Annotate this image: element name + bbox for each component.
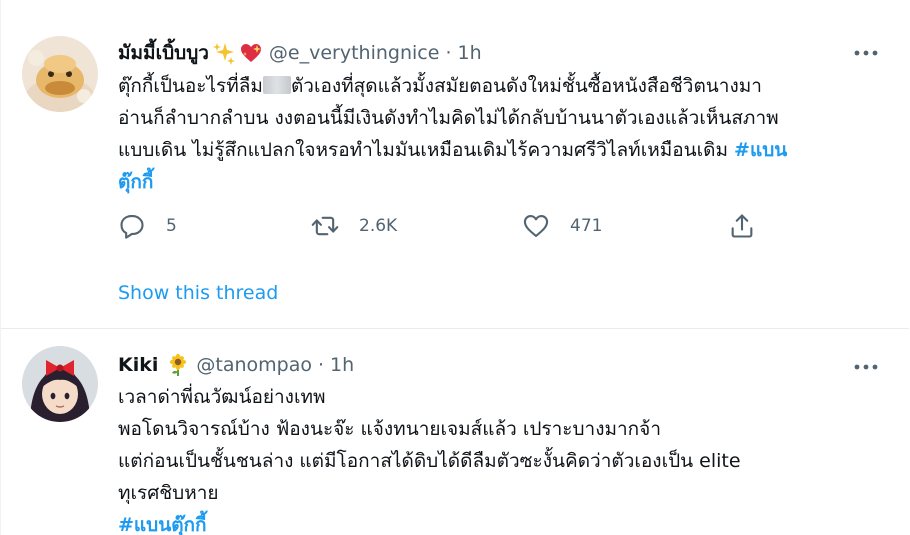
heart-icon	[523, 215, 549, 237]
tweet-text-line: ทุเรศชิบหาย	[118, 482, 219, 504]
tweet-text: เวลาด่าพี่ณวัฒน์อย่างเทพ พอโดนวิจารณ์บ้า…	[118, 381, 878, 535]
tweet-header: มัมมี้เบิ้บบูว @e_verythingnice · 1h	[118, 40, 482, 66]
tweet-text-line: เวลาด่าพี่ณวัฒน์อย่างเทพ	[118, 386, 326, 408]
display-name[interactable]: Kiki	[118, 354, 158, 376]
tweet-text-line: แบบเดิน ไม่รู้สึกแปลกใจหรอทำไมมันเหมือนเ…	[118, 139, 788, 161]
more-options-icon[interactable]	[853, 362, 879, 372]
tweet-text-line: แต่ก่อนเป็นชั้นชนล่าง แต่มีโอกาสได้ดิบได…	[118, 450, 741, 472]
display-name[interactable]: มัมมี้เบิ้บบูว	[118, 38, 209, 68]
timeline-feed: มัมมี้เบิ้บบูว @e_verythingnice · 1h ตุ๊…	[0, 0, 910, 535]
redacted-word	[262, 76, 291, 94]
more-options-icon[interactable]	[853, 48, 879, 58]
retweet-count: 2.6K	[359, 216, 398, 236]
like-count: 471	[570, 216, 603, 236]
separator-dot: ·	[318, 354, 325, 376]
avatar-image	[22, 346, 98, 422]
tweet-header: Kiki @tanompao · 1h	[118, 352, 354, 378]
sunflower-emoji	[170, 353, 187, 376]
share-icon	[731, 214, 753, 238]
tweet[interactable]: Kiki @tanompao · 1h เวลาด่าพี่ณวัฒน์อย่า…	[1, 329, 909, 535]
sparkling-heart-emoji	[240, 44, 261, 62]
timestamp[interactable]: 1h	[457, 42, 481, 64]
separator-dot: ·	[445, 42, 452, 64]
retweet-icon	[311, 216, 339, 236]
tweet-text-line: พอโดนวิจารณ์บ้าง ฟ้องนะจ๊ะ แจ้งทนายเจมส์…	[118, 418, 661, 440]
avatar[interactable]	[22, 346, 98, 422]
tweet[interactable]: มัมมี้เบิ้บบูว @e_verythingnice · 1h ตุ๊…	[1, 0, 909, 329]
reply-icon	[120, 215, 144, 239]
tweet-text-line: อ่านก็ลำบากลำบน งงตอนนี้มีเงินดังทำไมคิด…	[118, 107, 779, 129]
hashtag-link[interactable]: #แบนตุ๊กกี้	[118, 514, 207, 535]
sparkles-emoji	[212, 43, 235, 65]
retweet-button[interactable]: 2.6K	[311, 208, 397, 244]
reply-button[interactable]: 5	[118, 208, 177, 244]
tweet-text-line: ตุ๊กกี้	[118, 166, 878, 198]
show-thread-link[interactable]: Show this thread	[118, 282, 278, 304]
handle[interactable]: @tanompao	[196, 354, 312, 376]
handle[interactable]: @e_verythingnice	[269, 42, 440, 64]
avatar-image	[22, 36, 98, 112]
reply-count: 5	[166, 216, 177, 236]
share-button[interactable]	[728, 208, 756, 244]
hashtag-link[interactable]: ตุ๊กกี้	[118, 171, 153, 193]
avatar[interactable]	[22, 36, 98, 112]
tweet-text-line: #แบนตุ๊กกี้	[118, 509, 878, 535]
like-button[interactable]: 471	[522, 208, 602, 244]
tweet-text: ตุ๊กกี้เป็นอะไรที่ลืม ตัวเองที่สุดแล้วมั้…	[118, 70, 878, 198]
tweet-actions: 5 2.6K 471	[118, 208, 758, 244]
timestamp[interactable]: 1h	[330, 354, 354, 376]
tweet-text-line: ตุ๊กกี้เป็นอะไรที่ลืม ตัวเองที่สุดแล้วมั้…	[118, 75, 762, 97]
hashtag-link[interactable]: #แบน	[734, 139, 787, 161]
